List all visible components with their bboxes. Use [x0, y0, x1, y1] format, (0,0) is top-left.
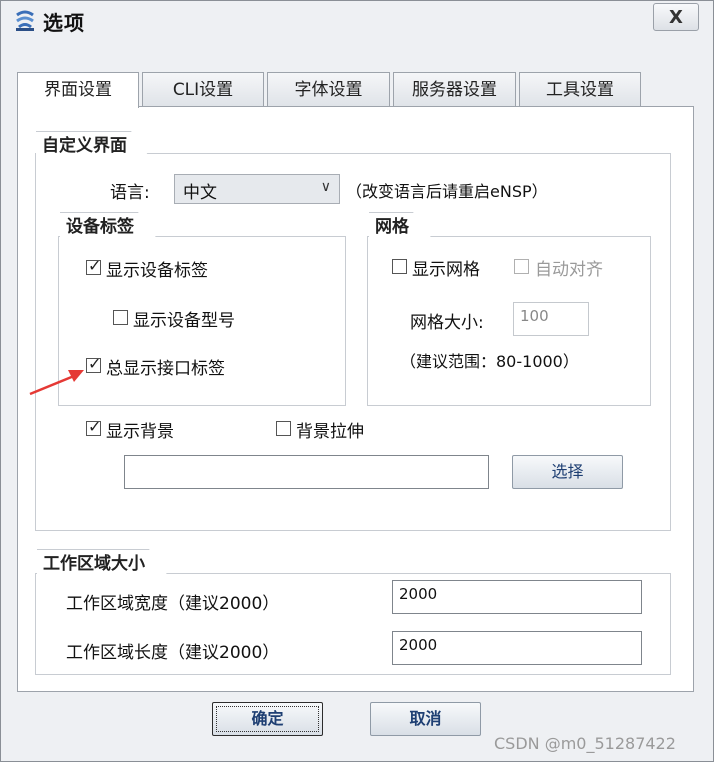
show-device-tags-checkbox[interactable]: ✓: [86, 256, 101, 275]
checkmark-icon: ✓: [88, 256, 102, 275]
choose-button[interactable]: 选择: [512, 455, 623, 489]
language-select[interactable]: 中文 ∨: [174, 174, 340, 204]
grid-size-input[interactable]: 100: [513, 302, 589, 336]
show-device-model-label[interactable]: 显示设备型号: [133, 306, 235, 331]
cancel-button[interactable]: 取消: [370, 702, 481, 736]
language-value: 中文: [183, 183, 217, 203]
checkmark-icon: ✓: [88, 354, 102, 373]
annotation-arrow: [29, 370, 84, 396]
show-grid-checkbox[interactable]: [392, 259, 407, 274]
work-area-length-label: 工作区域长度（建议2000）: [66, 643, 280, 663]
checkmark-icon: ✓: [88, 417, 102, 436]
show-device-tags-label[interactable]: 显示设备标签: [106, 256, 208, 281]
show-background-label[interactable]: 显示背景: [106, 417, 174, 442]
panel-content: 自定义界面 语言: 中文 ∨ （改变语言后请重启eNSP） 设备标签 ✓ 显示设…: [0, 0, 714, 762]
work-area-width-input[interactable]: 2000: [392, 580, 642, 614]
stretch-background-label[interactable]: 背景拉伸: [296, 417, 364, 442]
custom-ui-title: 自定义界面: [36, 131, 153, 162]
background-path-input[interactable]: [124, 455, 489, 489]
always-show-interface-tags-label[interactable]: 总显示接口标签: [106, 354, 225, 379]
ok-button[interactable]: 确定: [212, 702, 323, 736]
grid-size-label: 网格大小:: [410, 313, 484, 333]
language-label: 语言:: [110, 183, 150, 203]
auto-align-checkbox[interactable]: [514, 259, 529, 274]
stretch-background-checkbox[interactable]: [276, 421, 291, 436]
work-area-width-label: 工作区域宽度（建议2000）: [66, 594, 280, 614]
watermark: CSDN @m0_51287422: [494, 734, 676, 753]
show-device-model-checkbox[interactable]: [113, 310, 128, 325]
chevron-down-icon: ∨: [320, 179, 331, 195]
language-note: （改变语言后请重启eNSP）: [346, 182, 548, 201]
show-background-checkbox[interactable]: ✓: [86, 417, 101, 436]
auto-align-label[interactable]: 自动对齐: [535, 255, 603, 280]
show-grid-label[interactable]: 显示网格: [412, 255, 480, 280]
work-area-length-input[interactable]: 2000: [392, 631, 642, 665]
grid-range-note: （建议范围：80-1000）: [400, 352, 579, 371]
work-area-title: 工作区域大小: [37, 549, 171, 580]
